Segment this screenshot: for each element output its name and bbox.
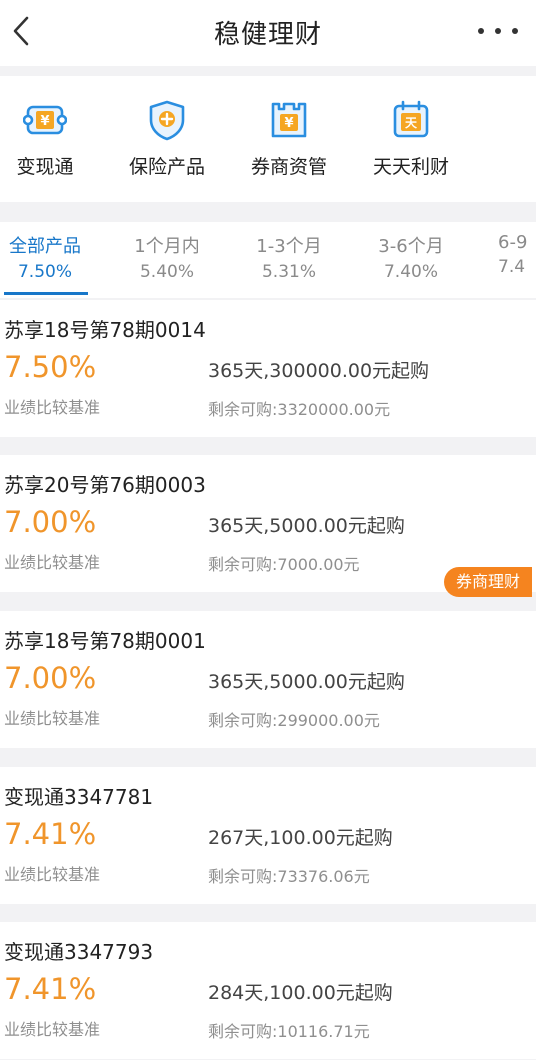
shortcut-label: 券商资管 — [250, 156, 327, 178]
product-remaining: 剩余可购:10116.71元 — [208, 1022, 370, 1041]
shortcut-broker-asset[interactable]: ¥ 券商资管 — [234, 98, 344, 179]
svg-text:天: 天 — [405, 116, 418, 130]
product-term: 267天,100.00元起购 — [208, 827, 393, 849]
shortcut-label: 变现通 — [16, 156, 74, 178]
tab-within-1-month[interactable]: 1个月内 5.40% — [114, 232, 220, 282]
shortcut-label: 天天利财 — [372, 156, 449, 178]
tab-3-6-months[interactable]: 3-6个月 7.40% — [358, 232, 464, 282]
product-name: 变现通3347781 — [4, 785, 154, 809]
rate-label: 业绩比较基准 — [4, 553, 101, 572]
term-filter-tabs: 全部产品 7.50% 1个月内 5.40% 1-3个月 5.31% 3-6个月 … — [0, 222, 536, 298]
product-rate: 7.50% — [4, 350, 97, 384]
tab-all-products[interactable]: 全部产品 7.50% — [0, 232, 98, 282]
product-name: 苏享20号第76期0003 — [4, 473, 206, 497]
top-nav-bar: 稳健理财 — [0, 0, 536, 66]
tab-rate: 7.50% — [17, 262, 72, 282]
product-card[interactable]: 变现通3347781 7.41% 业绩比较基准 267天,100.00元起购 剩… — [0, 767, 536, 904]
product-remaining: 剩余可购:73376.06元 — [208, 867, 370, 886]
shortcut-insurance[interactable]: 保险产品 — [112, 98, 222, 179]
product-term: 365天,5000.00元起购 — [208, 515, 405, 537]
category-shortcuts: ¥ 变现通 保险产品 ¥ 券商资管 天 天天利财 — [0, 76, 536, 202]
product-name: 变现通3347793 — [4, 940, 154, 964]
tab-label: 3-6个月 — [378, 236, 444, 257]
product-card[interactable]: 苏享18号第78期0014 7.50% 业绩比较基准 365天,300000.0… — [0, 300, 536, 437]
svg-text:¥: ¥ — [284, 116, 293, 131]
tab-label: 1-3个月 — [256, 236, 322, 257]
more-dot-icon — [478, 28, 484, 34]
more-dot-icon — [512, 28, 518, 34]
more-button[interactable] — [478, 14, 518, 48]
rate-label: 业绩比较基准 — [4, 709, 101, 728]
tab-1-3-months[interactable]: 1-3个月 5.31% — [236, 232, 342, 282]
product-card[interactable]: 苏享20号第76期0003 7.00% 业绩比较基准 365天,5000.00元… — [0, 455, 536, 597]
product-rate: 7.41% — [4, 972, 97, 1006]
tab-rate: 5.40% — [139, 262, 194, 282]
rate-label: 业绩比较基准 — [4, 398, 101, 417]
active-tab-indicator — [4, 292, 88, 295]
tab-rate: 7.4 — [498, 257, 526, 277]
product-name: 苏享18号第78期0001 — [4, 629, 206, 653]
product-remaining: 剩余可购:3320000.00元 — [208, 400, 391, 419]
shortcut-label: 保险产品 — [128, 156, 205, 178]
product-rate: 7.00% — [4, 661, 97, 695]
product-term: 365天,300000.00元起购 — [208, 360, 430, 382]
product-name: 苏享18号第78期0014 — [4, 318, 206, 342]
shield-plus-icon — [149, 100, 185, 141]
rate-label: 业绩比较基准 — [4, 1020, 101, 1039]
tab-label: 1个月内 — [134, 236, 200, 257]
tab-label: 6-9 — [498, 232, 528, 253]
product-remaining: 剩余可购:7000.00元 — [208, 555, 360, 574]
product-card[interactable]: 苏享18号第78期0001 7.00% 业绩比较基准 365天,5000.00元… — [0, 611, 536, 748]
svg-text:¥: ¥ — [40, 114, 49, 129]
tab-label: 全部产品 — [9, 236, 81, 257]
tab-6-9-months[interactable]: 6-9 7.4 — [480, 232, 536, 277]
broker-badge: 券商理财 — [443, 567, 532, 597]
page-title: 稳健理财 — [213, 20, 322, 50]
product-card[interactable]: 变现通3347793 7.41% 业绩比较基准 284天,100.00元起购 剩… — [0, 922, 536, 1059]
rate-label: 业绩比较基准 — [4, 865, 101, 884]
tower-icon: ¥ — [271, 102, 307, 138]
product-rate: 7.00% — [4, 505, 97, 539]
shortcut-tiantianlicai[interactable]: 天 天天利财 — [356, 98, 466, 179]
product-rate: 7.41% — [4, 817, 97, 851]
more-dot-icon — [495, 28, 501, 34]
tab-rate: 5.31% — [261, 262, 316, 282]
ticket-icon: ¥ — [23, 105, 67, 135]
shortcut-bianxiantong[interactable]: ¥ 变现通 — [0, 98, 100, 179]
product-term: 365天,5000.00元起购 — [208, 671, 405, 693]
product-term: 284天,100.00元起购 — [208, 982, 393, 1004]
tab-rate: 7.40% — [383, 262, 438, 282]
calendar-icon: 天 — [393, 100, 429, 138]
product-remaining: 剩余可购:299000.00元 — [208, 711, 380, 730]
